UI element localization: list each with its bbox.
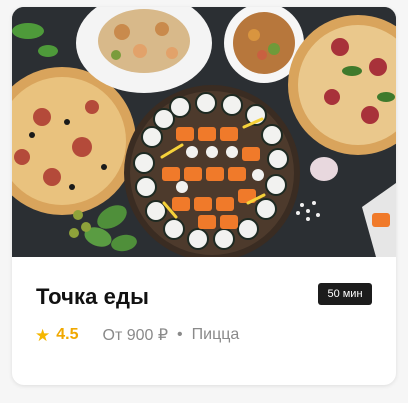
food-image-illustration	[12, 7, 396, 257]
delivery-time-badge: 50 мин	[318, 283, 372, 305]
rating-value: 4.5	[56, 326, 79, 343]
restaurant-card[interactable]: Точка еды 50 мин ★ 4.5 От 900 ₽ • Пицца	[12, 7, 396, 385]
restaurant-photo	[12, 7, 396, 257]
restaurant-meta: ★ 4.5 От 900 ₽ • Пицца	[35, 325, 239, 345]
price-from: От 900 ₽	[102, 327, 169, 344]
separator-dot: •	[177, 326, 183, 343]
restaurant-name: Точка еды	[36, 284, 149, 309]
category-label: Пицца	[191, 326, 240, 343]
star-icon: ★	[35, 325, 51, 345]
